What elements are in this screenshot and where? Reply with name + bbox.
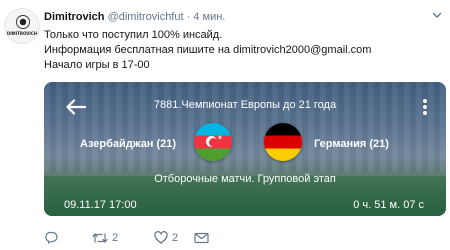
avatar-brand-text: DIMITROVICH: [6, 31, 38, 36]
direct-message-button[interactable]: [194, 232, 209, 244]
retweet-count: 2: [112, 231, 119, 244]
crescent-icon: [206, 136, 218, 147]
separator-dot: ·: [186, 11, 191, 23]
tweet-line: Информация бесплатная пишите на dimitrov…: [44, 44, 372, 56]
tweet-line: Начало игры в 17-00: [44, 59, 150, 71]
germany-flag-icon: [264, 123, 302, 161]
match-title: 7881.Чемпионат Европы до 21 года: [153, 99, 337, 111]
match-card-image[interactable]: 7881.Чемпионат Европы до 21 года Азербай…: [44, 82, 446, 216]
azerbaijan-flag-icon: ✶: [194, 123, 232, 161]
home-team-name: Азербайджан (21): [80, 138, 177, 150]
match-datetime: 09.11.17 17:00: [64, 199, 137, 211]
tweet-header: Dimitrovich @dimitrovichfut · 4 мин.: [44, 11, 225, 23]
retweet-icon: [92, 232, 108, 243]
author-handle[interactable]: @dimitrovichfut: [108, 11, 184, 23]
reply-button[interactable]: [44, 231, 92, 244]
message-icon: [194, 232, 209, 243]
author-name[interactable]: Dimitrovich: [44, 11, 105, 23]
away-team-name: Германия (21): [314, 138, 389, 150]
match-countdown: 0 ч. 51 м. 07 с: [353, 199, 424, 211]
like-button[interactable]: 2: [154, 231, 194, 244]
tweet-timestamp[interactable]: 4 мин.: [193, 11, 225, 23]
tweet-line: Только что поступил 100% инсайд.: [44, 29, 223, 41]
like-count: 2: [172, 231, 179, 244]
chevron-down-icon[interactable]: [432, 10, 442, 20]
reply-icon: [45, 231, 58, 244]
like-icon: [154, 231, 168, 244]
soccer-ball-icon: [16, 15, 30, 29]
star-icon: ✶: [217, 135, 223, 142]
tweet-actions: 2 2: [44, 231, 209, 244]
match-stage: Отборочные матчи. Групповой этап: [154, 173, 336, 185]
avatar[interactable]: DIMITROVICH: [4, 8, 40, 44]
more-vertical-icon: [423, 99, 427, 115]
tweet-text: Только что поступил 100% инсайд. Информа…: [44, 28, 371, 73]
retweet-button[interactable]: 2: [92, 232, 154, 244]
